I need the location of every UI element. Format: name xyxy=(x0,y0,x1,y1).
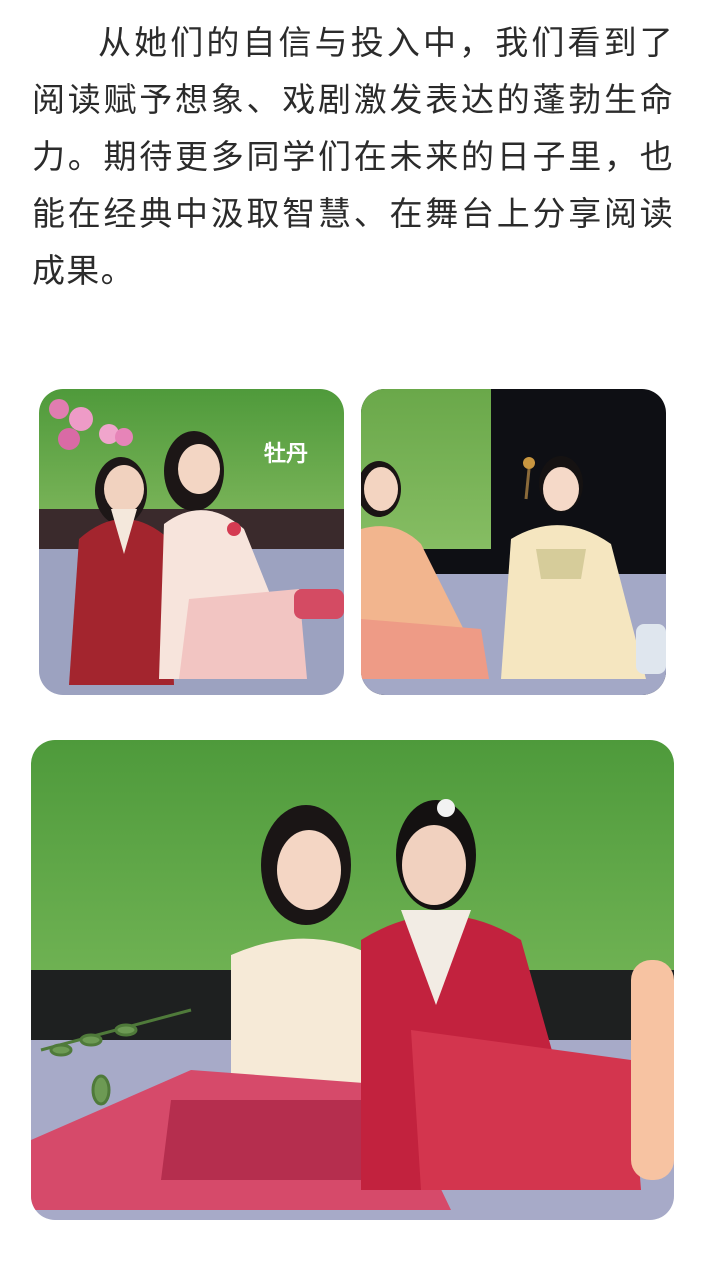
article-paragraph: 从她们的自信与投入中，我们看到了阅读赋予想象、戏剧激发表达的蓬勃生命力。期待更多… xyxy=(32,23,674,290)
performance-photo-2[interactable] xyxy=(361,389,666,695)
performance-photo-1[interactable]: 牡丹 xyxy=(39,389,344,695)
article-body: 从她们的自信与投入中，我们看到了阅读赋予想象、戏剧激发表达的蓬勃生命力。期待更多… xyxy=(32,14,674,299)
photo-3-illustration xyxy=(31,740,674,1220)
screen-caption: 牡丹 xyxy=(264,442,308,467)
performance-photo-3[interactable] xyxy=(31,740,674,1220)
photo-2-illustration xyxy=(361,389,666,695)
photo-1-illustration: 牡丹 xyxy=(39,389,344,695)
